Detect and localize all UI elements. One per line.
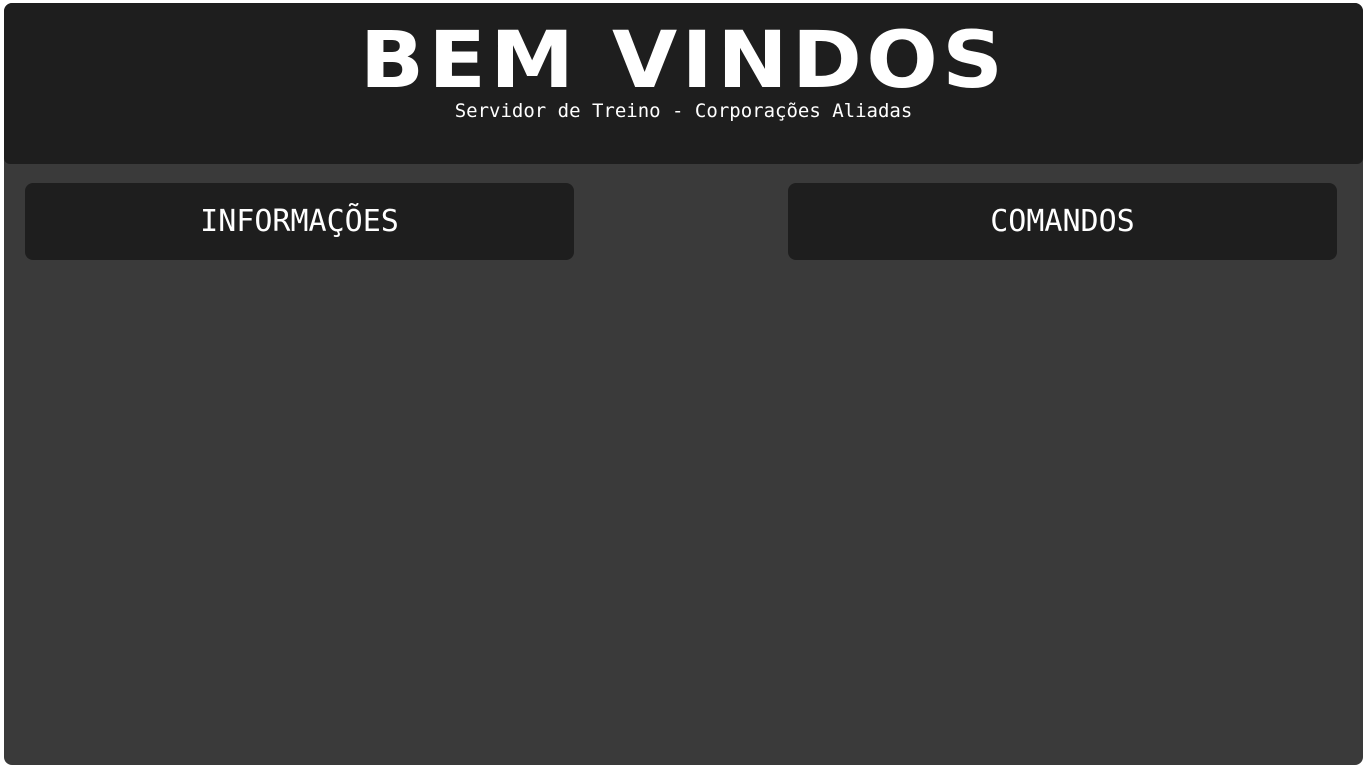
page-title: BEM VINDOS: [359, 16, 1008, 106]
commands-button[interactable]: COMANDOS: [788, 183, 1337, 260]
welcome-header: BEM VINDOS Servidor de Treino - Corporaç…: [4, 3, 1363, 164]
app-window: BEM VINDOS Servidor de Treino - Corporaç…: [4, 3, 1363, 765]
info-button[interactable]: INFORMAÇÕES: [25, 183, 574, 260]
page-subtitle: Servidor de Treino - Corporações Aliadas: [454, 100, 913, 122]
